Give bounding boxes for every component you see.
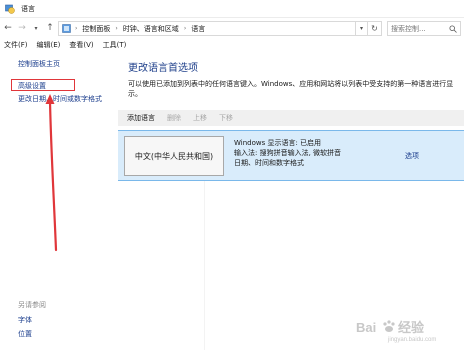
menu-file[interactable]: 文件(F) (4, 40, 28, 50)
move-down-button[interactable]: 下移 (219, 113, 233, 123)
language-details: Windows 显示语言: 已启用 输入法: 搜狗拼音输入法, 微软拼音 日期、… (234, 138, 341, 168)
page-description: 可以使用已添加到列表中的任何语言键入。Windows、应用和网站将以列表中受支持… (128, 80, 454, 98)
menu-tools[interactable]: 工具(T) (103, 40, 127, 50)
move-up-button[interactable]: 上移 (193, 113, 207, 123)
watermark-logo: Bai 经验 jingyan.baidu.com (356, 320, 436, 343)
globe-language-icon (5, 4, 15, 14)
breadcrumb-language[interactable]: 语言 (191, 24, 205, 34)
search-placeholder: 搜索控制... (391, 24, 426, 33)
add-language-button[interactable]: 添加语言 (127, 113, 155, 123)
breadcrumb-separator-icon: › (115, 25, 118, 32)
date-time-format-label: 日期、时间和数字格式 (234, 159, 304, 167)
control-panel-icon (62, 24, 71, 33)
language-list-item[interactable]: 中文(中华人民共和国) Windows 显示语言: 已启用 输入法: 搜狗拼音输… (118, 130, 464, 181)
input-method-list: 输入法: 搜狗拼音输入法, 微软拼音 (234, 149, 342, 157)
title-bar: 语言 (0, 0, 464, 18)
refresh-icon[interactable]: ↻ (368, 21, 382, 36)
breadcrumb-control-panel[interactable]: 控制面板 (82, 24, 110, 34)
menu-view[interactable]: 查看(V) (69, 40, 93, 50)
back-arrow-icon[interactable]: ← (2, 21, 14, 35)
sidebar-item-fonts[interactable]: 字体 (18, 315, 32, 325)
remove-language-button[interactable]: 删除 (167, 113, 181, 123)
sidebar-item-control-panel-home[interactable]: 控制面板主页 (18, 59, 60, 69)
sidebar-item-location[interactable]: 位置 (18, 329, 32, 339)
recent-dropdown-icon[interactable]: ▾ (30, 21, 42, 35)
window-title: 语言 (21, 4, 35, 13)
svg-text:Bai: Bai (356, 320, 376, 335)
baidu-watermark: Bai 经验 jingyan.baidu.com (354, 318, 458, 344)
page-title: 更改语言首选项 (128, 63, 198, 74)
sidebar-item-change-date-time-format[interactable]: 更改日期、时间或数字格式 (18, 94, 102, 104)
language-options-link[interactable]: 选项 (405, 151, 419, 161)
see-also-heading: 另请参阅 (18, 301, 46, 309)
address-bar-row: ← → ▾ ↑ › 控制面板 › 时钟、语言和区域 › 语言 ▾ ↻ 搜索控制.… (0, 18, 464, 38)
menu-bar: 文件(F) 编辑(E) 查看(V) 工具(T) (0, 38, 464, 51)
breadcrumb-separator-icon: › (183, 25, 187, 32)
up-arrow-icon[interactable]: ↑ (44, 21, 56, 35)
main-content: 更改语言首选项 可以使用已添加到列表中的任何语言键入。Windows、应用和网站… (118, 51, 464, 350)
search-input[interactable]: 搜索控制... (387, 21, 461, 36)
svg-text:jingyan.baidu.com: jingyan.baidu.com (387, 337, 436, 343)
address-dropdown-icon[interactable]: ▾ (356, 21, 368, 36)
menu-edit[interactable]: 编辑(E) (37, 40, 61, 50)
svg-text:经验: 经验 (398, 320, 425, 335)
language-toolbar: 添加语言 删除 上移 下移 (118, 110, 464, 126)
annotation-highlight-box (11, 79, 75, 91)
sidebar: 控制面板主页 高级设置 更改日期、时间或数字格式 另请参阅 字体 位置 (0, 51, 118, 350)
list-divider (204, 181, 205, 350)
address-bar[interactable]: › 控制面板 › 时钟、语言和区域 › 语言 (58, 21, 356, 36)
search-icon (449, 25, 457, 33)
display-language-status: Windows 显示语言: 已启用 (234, 139, 322, 147)
breadcrumb-clock-language-region[interactable]: 时钟、语言和区域 (123, 24, 179, 34)
breadcrumb-separator-icon: › (75, 25, 78, 32)
language-name-button[interactable]: 中文(中华人民共和国) (124, 136, 224, 176)
forward-arrow-icon[interactable]: → (16, 21, 28, 35)
